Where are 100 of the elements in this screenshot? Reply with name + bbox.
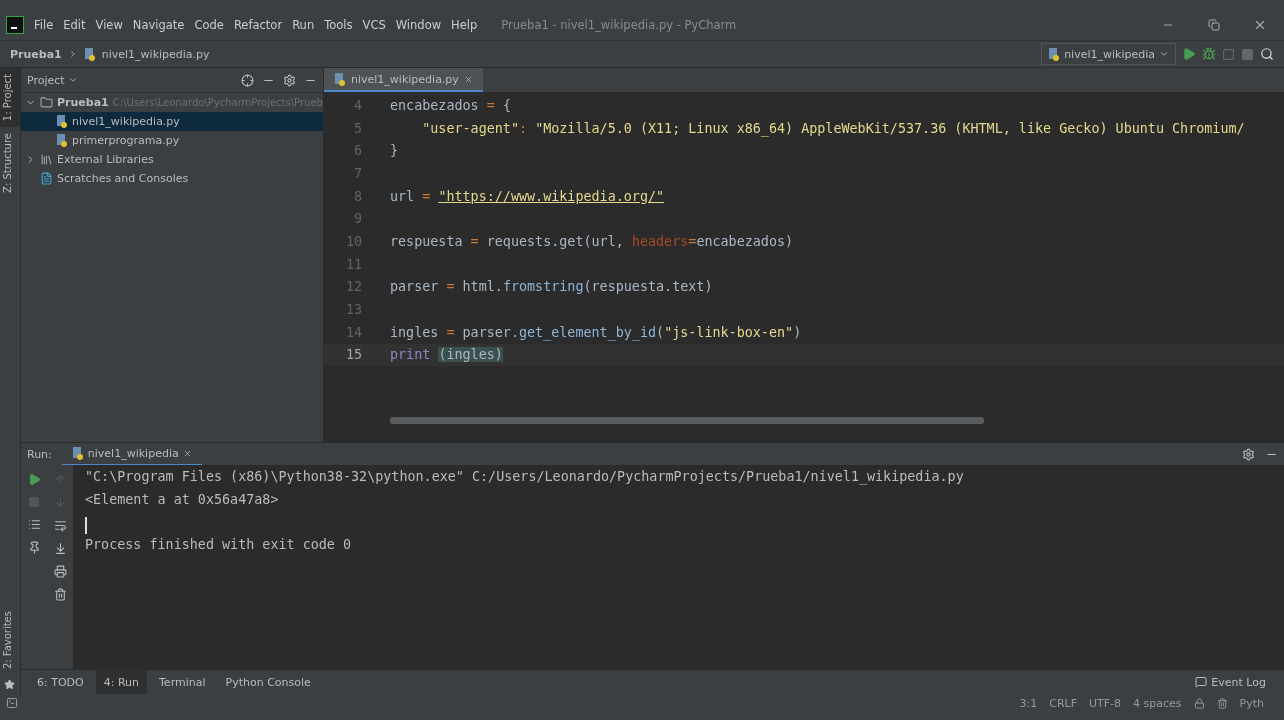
star-icon bbox=[4, 679, 15, 690]
tree-item[interactable]: nivel1_wikipedia.py bbox=[21, 112, 323, 131]
run-configuration-dropdown[interactable]: nivel1_wikipedia bbox=[1041, 43, 1176, 65]
tree-item[interactable]: External Libraries bbox=[21, 150, 323, 169]
code-line: print (ingles) bbox=[390, 347, 503, 363]
python-file-icon bbox=[83, 47, 96, 61]
status-item[interactable]: CRLF bbox=[1049, 696, 1077, 710]
python-file-icon bbox=[56, 115, 68, 128]
menu-item[interactable]: Edit bbox=[63, 18, 86, 32]
menu-item[interactable]: Refactor bbox=[233, 18, 283, 32]
library-icon bbox=[40, 153, 53, 166]
pin-icon[interactable] bbox=[27, 541, 41, 554]
tree-item-label: Scratches and Consoles bbox=[57, 172, 189, 185]
python-file-icon bbox=[56, 134, 68, 147]
debug-icon[interactable] bbox=[1202, 47, 1216, 61]
folder-icon bbox=[40, 96, 53, 109]
line-number: 13 bbox=[344, 302, 363, 318]
menu-item[interactable]: File bbox=[34, 18, 54, 32]
event-log-button[interactable]: Event Log bbox=[1211, 675, 1266, 689]
status-item[interactable]: UTF-8 bbox=[1089, 696, 1122, 710]
code-line: encabezados = { bbox=[390, 97, 511, 113]
code-line: ingles = parser.get_element_by_id("js-link-box-en") bbox=[390, 324, 802, 340]
run-icon[interactable] bbox=[1182, 47, 1196, 61]
editor-tab[interactable]: nivel1_wikipedia.py bbox=[324, 68, 483, 92]
menu-item[interactable]: Tools bbox=[324, 18, 353, 32]
breadcrumb-item[interactable]: nivel1_wikipedia.py bbox=[101, 47, 210, 61]
status-icon bbox=[6, 697, 18, 709]
status-item[interactable]: 4 spaces bbox=[1133, 696, 1182, 710]
inspector-icon[interactable] bbox=[1216, 697, 1228, 709]
line-number: 6 bbox=[352, 143, 363, 159]
tab-label: nivel1_wikipedia.py bbox=[351, 72, 459, 86]
python-file-icon bbox=[334, 72, 346, 86]
tool-window-tab[interactable]: Terminal bbox=[151, 670, 214, 694]
code-line: "user-agent": "Mozilla/5.0 (X11; Linux x86_64) AppleWebKit/537.36 (KHTML, like Gecko) Ubuntu Chromium/ bbox=[421, 120, 1245, 136]
panel-title[interactable]: Project bbox=[27, 73, 65, 87]
close-icon[interactable] bbox=[463, 74, 473, 84]
window-title: Prueba1 - nivel1_wikipedia.py - PyCharm bbox=[501, 18, 738, 32]
line-number: 7 bbox=[352, 165, 363, 181]
search-icon[interactable] bbox=[1260, 47, 1274, 61]
line-number: 14 bbox=[344, 324, 363, 340]
tree-item-label: Prueba1 bbox=[57, 96, 109, 109]
status-item[interactable]: 3:1 bbox=[1019, 696, 1038, 710]
python-file-icon bbox=[71, 446, 84, 460]
rerun-icon[interactable] bbox=[27, 473, 41, 486]
menu-item[interactable]: Window bbox=[395, 18, 442, 32]
breadcrumb-item[interactable]: Prueba1 bbox=[10, 47, 62, 61]
line-number: 9 bbox=[352, 211, 363, 227]
code-line: url = "https://www.wikipedia.org/" bbox=[390, 188, 665, 204]
run-label: Run: bbox=[27, 447, 52, 461]
locate-icon[interactable] bbox=[241, 73, 254, 87]
line-number: 11 bbox=[344, 256, 363, 272]
restore-icon[interactable] bbox=[1208, 19, 1220, 31]
menu-item[interactable]: Code bbox=[194, 18, 224, 32]
line-number: 15 bbox=[344, 347, 363, 363]
close-icon[interactable] bbox=[182, 448, 192, 458]
side-tab[interactable]: 2: Favorites bbox=[0, 604, 20, 675]
settings-icon[interactable] bbox=[283, 73, 296, 87]
side-tab[interactable]: 1: Project bbox=[0, 68, 20, 128]
wrap-icon[interactable] bbox=[53, 519, 67, 532]
tree-item-label: External Libraries bbox=[57, 153, 154, 166]
line-number: 5 bbox=[352, 120, 363, 136]
python-file-icon bbox=[1048, 47, 1061, 61]
status-item[interactable]: Pyth bbox=[1239, 696, 1264, 710]
output-line: Process finished with exit code 0 bbox=[85, 537, 353, 555]
lock-icon[interactable] bbox=[1193, 697, 1205, 709]
chat-bubble-icon[interactable] bbox=[1195, 676, 1208, 688]
close-icon[interactable] bbox=[1253, 18, 1267, 32]
line-number: 10 bbox=[344, 233, 363, 249]
print-icon[interactable] bbox=[53, 565, 67, 578]
caret-icon bbox=[1159, 49, 1169, 59]
code-line: respuesta = requests.get(url, headers=encabezados) bbox=[390, 233, 794, 249]
line-number: 4 bbox=[352, 97, 363, 113]
line-number: 12 bbox=[344, 279, 363, 295]
tool-window-tab[interactable]: 6: TODO bbox=[29, 670, 92, 694]
scratch-icon bbox=[40, 172, 53, 185]
tab-label: nivel1_wikipedia bbox=[87, 446, 179, 460]
output-line: <Element a at 0x56a47a8> bbox=[85, 491, 280, 509]
run-configuration-label: nivel1_wikipedia bbox=[1064, 47, 1155, 61]
app-logo-icon bbox=[6, 16, 24, 34]
menu-item[interactable]: Navigate bbox=[132, 18, 185, 32]
tree-item[interactable]: Scratches and Consoles bbox=[21, 169, 323, 188]
menu-item[interactable]: VCS bbox=[362, 18, 386, 32]
menu-item[interactable]: Help bbox=[451, 18, 478, 32]
tool-window-tab[interactable]: Python Console bbox=[217, 670, 319, 694]
tool-window-tab[interactable]: 4: Run bbox=[95, 670, 147, 694]
output-line: "C:\Program Files (x86)\Python38-32\python.exe" C:/Users/Leonardo/PycharmProjects/Prueba1/nivel1_wikipedia.py bbox=[85, 469, 965, 487]
code-line: } bbox=[390, 143, 399, 159]
layout-icon[interactable] bbox=[27, 518, 41, 531]
scroll-to-end-icon[interactable] bbox=[53, 542, 67, 555]
settings-icon[interactable] bbox=[1242, 447, 1255, 461]
trash-icon[interactable] bbox=[53, 588, 67, 601]
side-tab[interactable]: Z: Structure bbox=[0, 127, 20, 200]
code-line: parser = html.fromstring(respuesta.text) bbox=[390, 279, 713, 295]
tree-item-label: nivel1_wikipedia.py bbox=[72, 115, 180, 128]
menu-item[interactable]: View bbox=[95, 18, 123, 32]
menu-item[interactable]: Run bbox=[292, 18, 315, 32]
caret-icon[interactable] bbox=[67, 75, 78, 85]
line-number: 8 bbox=[352, 188, 363, 204]
tree-item[interactable]: primerprograma.py bbox=[21, 131, 323, 150]
tree-item-label: primerprograma.py bbox=[72, 134, 180, 147]
